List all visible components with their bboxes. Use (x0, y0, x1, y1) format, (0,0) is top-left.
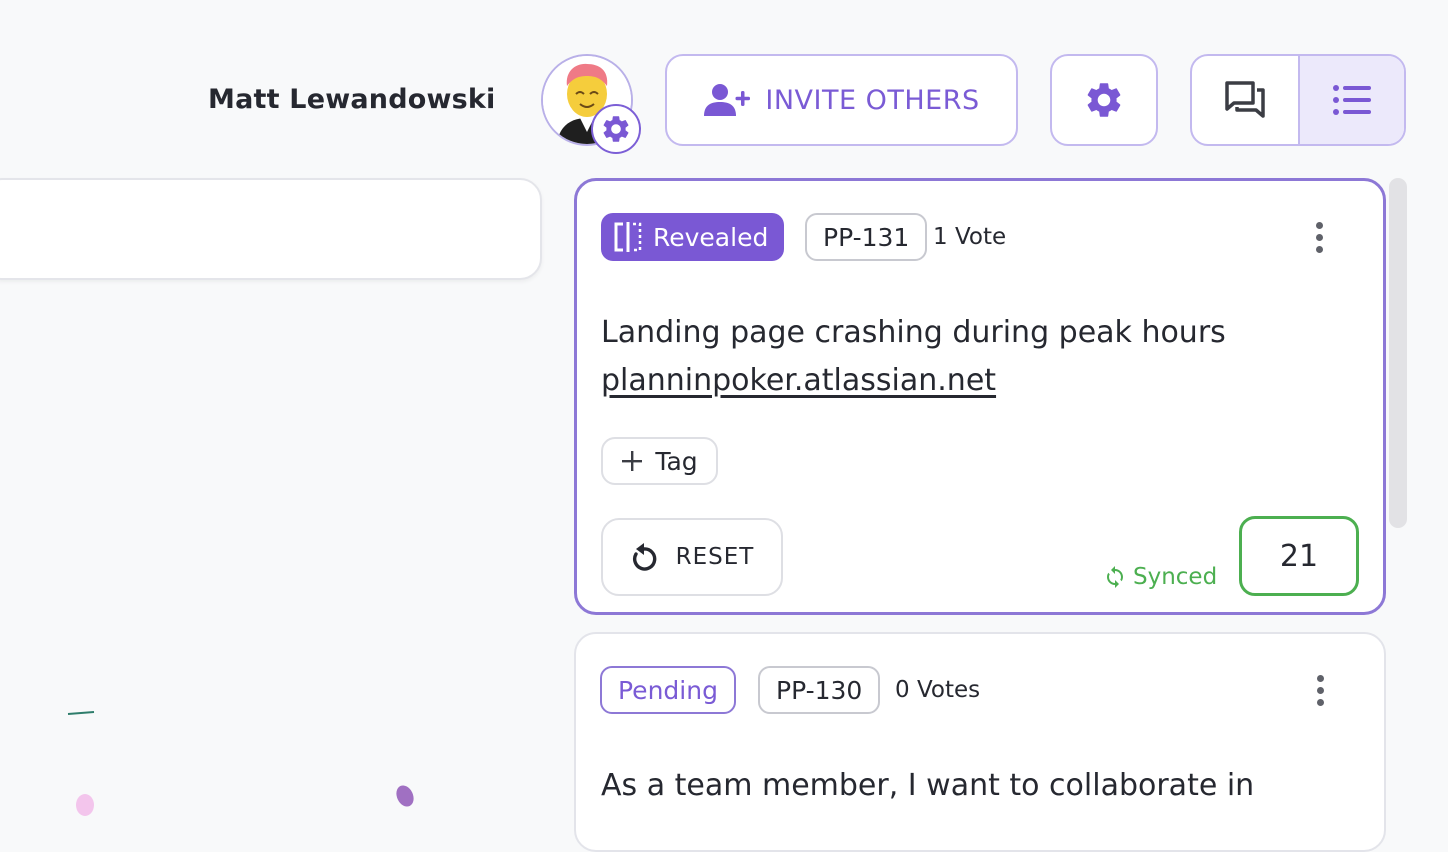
add-tag-button[interactable]: Tag (601, 437, 718, 485)
reset-label: RESET (675, 544, 755, 570)
invite-others-button[interactable]: INVITE OTHERS (665, 54, 1018, 146)
reset-icon (632, 543, 656, 571)
reveal-icon (614, 222, 642, 252)
reset-button[interactable]: RESET (601, 518, 783, 596)
add-tag-label: Tag (655, 446, 698, 476)
sync-icon (1107, 566, 1123, 588)
gear-icon (603, 116, 629, 142)
sync-status: Synced (1103, 560, 1217, 594)
avatar-settings-button[interactable] (591, 104, 641, 154)
user-plus-icon (704, 84, 751, 116)
issue-title: As a team member, I want to collaborate … (601, 768, 1255, 803)
invite-others-label: INVITE OTHERS (765, 84, 980, 116)
issue-key[interactable]: PP-130 (758, 666, 881, 714)
status-badge: Revealed (601, 213, 785, 261)
view-toggle (1190, 54, 1406, 146)
scrollbar[interactable] (1389, 178, 1407, 528)
vote-count: 1 Vote (933, 224, 1007, 250)
plus-icon (622, 451, 643, 471)
confetti-decoration (67, 711, 414, 816)
issue-link[interactable]: planninpoker.atlassian.net (601, 357, 996, 405)
chat-icon (1225, 81, 1265, 118)
status-badge: Pending (600, 666, 736, 714)
estimate-field[interactable]: 21 (1239, 516, 1359, 596)
issue-title: Landing page crashing during peak hours (601, 315, 1226, 350)
settings-button[interactable] (1050, 54, 1158, 146)
chat-view-button[interactable] (1192, 56, 1298, 144)
more-vertical-icon[interactable] (1304, 213, 1334, 261)
list-icon (1333, 85, 1371, 115)
sync-status-label: Synced (1133, 564, 1218, 590)
vote-count: 0 Votes (895, 677, 981, 703)
issue-card[interactable] (574, 632, 1386, 852)
status-badge-label: Revealed (653, 222, 769, 252)
issue-key[interactable]: PP-131 (805, 213, 928, 261)
more-vertical-icon[interactable] (1305, 666, 1335, 714)
gear-icon (1087, 83, 1121, 117)
user-name: Matt Lewandowski (208, 84, 496, 115)
left-panel-card (0, 178, 542, 280)
list-view-button[interactable] (1298, 56, 1404, 144)
